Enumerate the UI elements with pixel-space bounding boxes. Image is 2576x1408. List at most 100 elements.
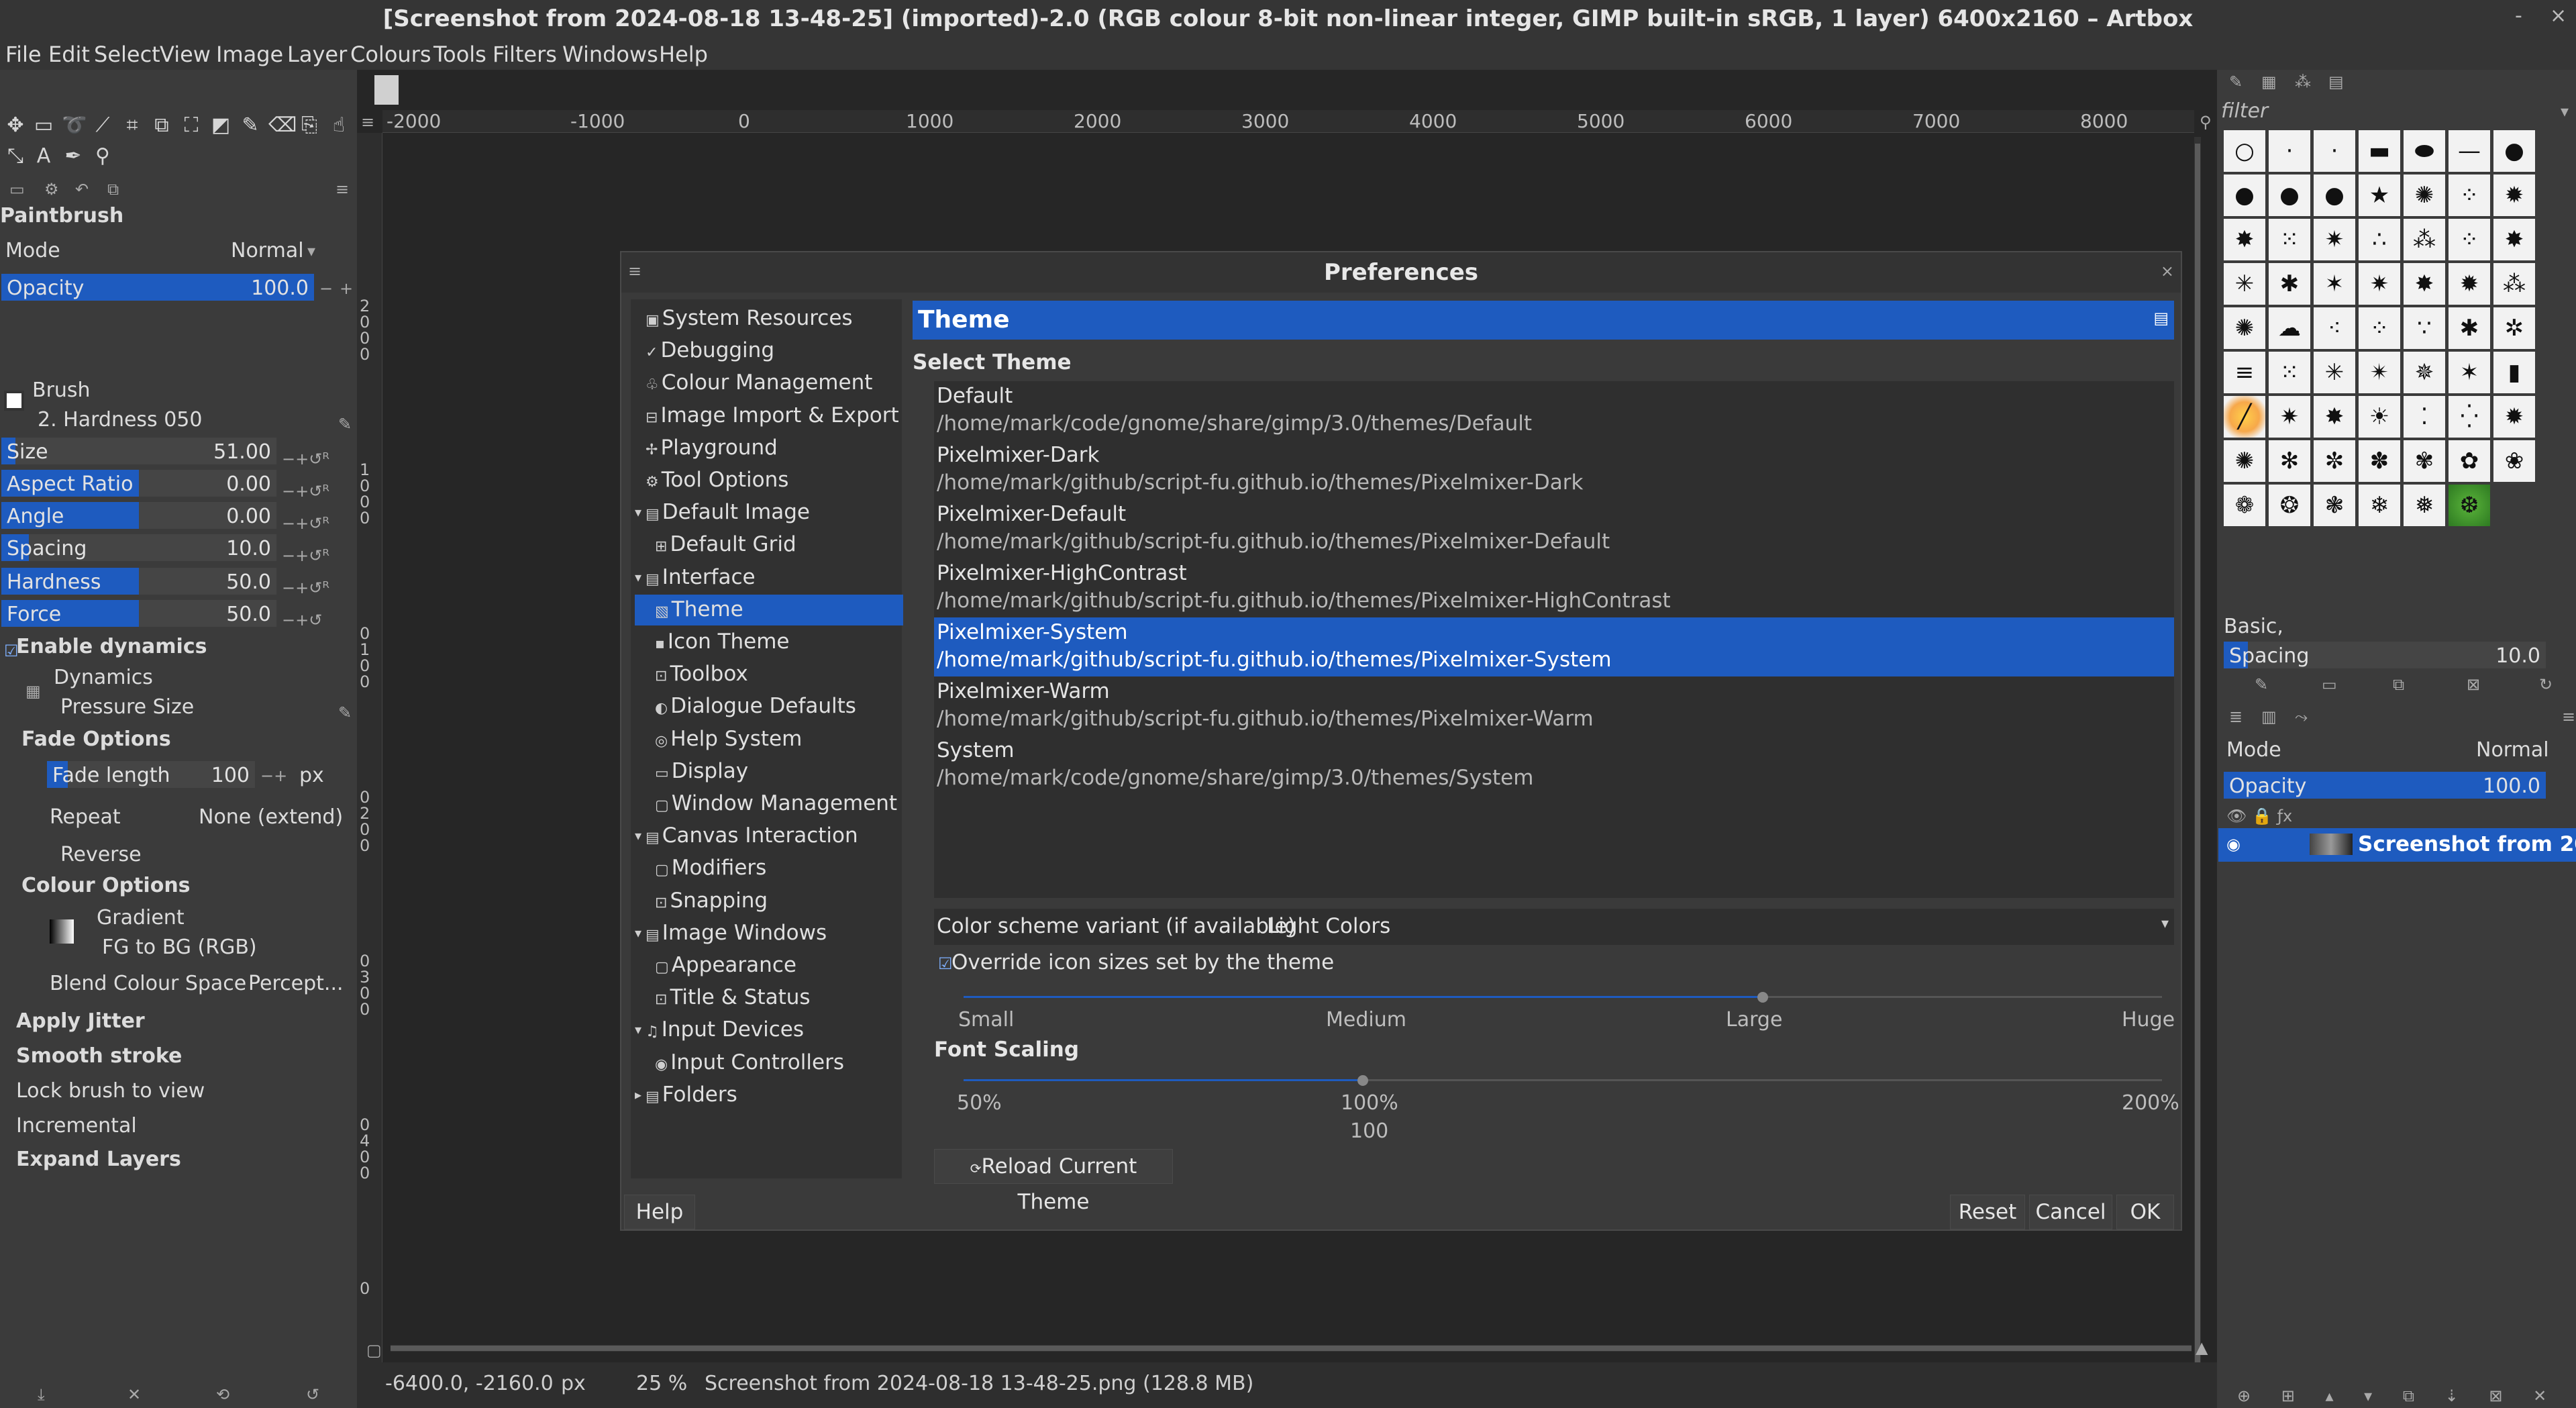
menu-tools[interactable]: Tools [433,42,486,67]
tree-item-debugging[interactable]: ✓ Debugging [646,338,774,362]
text-tool-icon[interactable]: A [32,145,55,168]
brush-swatch[interactable]: ✺ [2224,307,2265,349]
menu-windows[interactable]: Windows [562,42,658,67]
brush-swatch[interactable]: ✶ [2449,352,2490,393]
device-status-tab-icon[interactable]: ⚙ [44,180,59,199]
brush-swatch[interactable]: ✱ [2269,263,2310,305]
brush-swatch[interactable]: ✸ [2404,263,2445,305]
theme-row[interactable]: Pixelmixer-System/home/mark/github/scrip… [934,617,2174,676]
panel-menu-icon[interactable]: ≡ [336,180,349,199]
brush-swatch[interactable]: ✶ [2314,263,2355,305]
channels-tab-icon[interactable]: ▥ [2261,707,2277,726]
refresh-brushes-icon[interactable]: ↻ [2539,675,2553,694]
brush-swatch[interactable]: ✳ [2224,263,2265,305]
brush-swatch[interactable]: ⁘ [2449,174,2490,216]
brush-swatch[interactable]: ⁖ [2314,307,2355,349]
zoom-select[interactable]: 25 % [636,1372,687,1395]
tree-item-canvas-interaction[interactable]: ▤ Canvas Interaction [646,823,858,848]
dialog-close-icon[interactable]: × [2161,262,2174,281]
brush-swatch[interactable]: ✷ [2269,396,2310,438]
preferences-tree[interactable]: ▣ System Resources ✓ Debugging ♧ Colour Manag… [631,299,903,1178]
tree-collapse-icon[interactable]: ▾ [635,569,641,585]
reverse-checkbox[interactable]: Reverse [60,843,142,866]
theme-list[interactable]: Default/home/mark/code/gnome/share/gimp/… [934,381,2174,898]
tree-item-interface[interactable]: ▤ Interface [646,565,756,589]
vertical-scrollbar[interactable] [2194,137,2201,1399]
rect-select-tool-icon[interactable]: ▭ [32,114,55,137]
layer-mode-select[interactable]: Normal [2476,738,2549,762]
brush-preview[interactable] [4,391,24,411]
tree-item-snapping[interactable]: ⊡ Snapping [655,889,768,913]
smooth-stroke-checkbox[interactable]: Smooth stroke [16,1044,182,1068]
tree-item-title-status[interactable]: ⊡ Title & Status [655,985,811,1009]
tree-item-folders[interactable]: ▤ Folders [646,1083,737,1107]
tree-item-tool-options[interactable]: ⚙ Tool Options [646,468,788,492]
font-scaling-slider[interactable] [964,1079,2162,1081]
tree-item-image-import-export[interactable]: ⊟ Image Import & Export [646,403,899,428]
brush-swatch[interactable]: ✻ [2269,440,2310,482]
brush-swatch[interactable]: ✿ [2449,440,2490,482]
images-tab-icon[interactable]: ⧉ [107,180,119,199]
color-scheme-chevron-down-icon[interactable]: ▾ [2161,915,2169,932]
tree-item-icon-theme[interactable]: ▪ Icon Theme [655,630,790,654]
tree-item-toolbox[interactable]: ⊡ Toolbox [655,662,748,686]
expand-layers-checkbox[interactable]: Expand Layers [16,1148,181,1171]
brush-swatch[interactable]: ✸ [2224,219,2265,260]
tree-item-default-image[interactable]: ▤ Default Image [646,500,810,524]
brush-swatch[interactable]: ▬ [2359,130,2400,172]
menu-filters[interactable]: Filters [493,42,557,67]
brush-swatch[interactable]: ⁙ [2269,352,2310,393]
blend-colour-space-select[interactable]: Percept... [248,972,344,995]
mode-chevron-down-icon[interactable]: ▾ [307,242,315,260]
move-tool-icon[interactable]: ✥ [4,114,27,137]
brush-swatch[interactable]: ❀ [2493,440,2535,482]
brush-swatch[interactable]: ❂ [2269,485,2310,526]
fuzzy-select-tool-icon[interactable]: ⟋ [91,114,114,137]
color-picker-tool-icon[interactable]: ✒ [62,145,85,168]
cancel-button[interactable]: Cancel [2029,1195,2112,1229]
tree-item-modifiers[interactable]: ▢ Modifiers [655,856,766,880]
tree-item-display[interactable]: ▭ Display [655,759,748,783]
brush-swatch[interactable]: ✱ [2449,307,2490,349]
gradient-preview[interactable] [50,919,74,944]
brush-swatch[interactable]: ✸ [2493,219,2535,260]
dynamics-edit-icon[interactable]: ✎ [338,703,352,722]
size-slider[interactable]: Size 51.00 [1,438,276,464]
minimize-button[interactable]: - [2515,4,2522,28]
tree-item-window-management[interactable]: ▢ Window Management [655,791,897,815]
icon-size-slider-knob[interactable] [1757,992,1769,1003]
layer-row[interactable]: ◉ Screenshot from 2024- [2218,828,2576,862]
edit-brush-icon[interactable]: ✎ [2255,675,2268,694]
zoom-window-icon[interactable]: ⚲ [2200,113,2212,132]
brush-swatch[interactable]: ⁙ [2269,219,2310,260]
brush-swatch[interactable]: ⬬ [2404,130,2445,172]
paths-tool-icon[interactable]: ⤡ [4,145,27,168]
bucket-fill-tool-icon[interactable]: ⛶ [180,114,203,137]
reset-options-icon[interactable]: ↺ [306,1385,319,1404]
repeat-select[interactable]: None (extend) [199,805,343,829]
theme-row[interactable]: System/home/mark/code/gnome/share/gimp/3… [934,736,2174,795]
brush-spacing-slider[interactable]: Spacing 10.0 [2224,642,2546,668]
horizontal-scrollbar[interactable] [391,1345,2192,1352]
fade-length-stepper[interactable]: −+ [260,766,287,785]
theme-row[interactable]: Pixelmixer-Dark/home/mark/github/script-… [934,440,2174,499]
patterns-tab-icon[interactable]: ▦ [2261,72,2277,91]
layer-action-icons[interactable]: ⊕ ⊞ ▴ ▾ ⧉ ⇣ ⊠ ✕ [2237,1385,2546,1407]
fade-unit-select[interactable]: px [299,764,324,787]
fade-length-slider[interactable]: Fade length 100 [47,761,255,788]
brush-swatch[interactable]: ○ [2224,130,2265,172]
brush-swatch[interactable]: ≡ [2224,352,2265,393]
help-button[interactable]: Help [624,1195,695,1229]
brush-swatch[interactable]: · [2269,130,2310,172]
brush-swatch[interactable]: ✴ [2359,352,2400,393]
theme-row[interactable]: Default/home/mark/code/gnome/share/gimp/… [934,381,2174,440]
brush-filter-input[interactable]: filter [2221,99,2268,123]
brush-swatch[interactable]: ✷ [2359,263,2400,305]
layers-tab-icon[interactable]: ≣ [2229,707,2243,726]
icon-size-slider[interactable] [964,996,2162,998]
brush-swatch[interactable]: ✹ [2493,396,2535,438]
brush-swatch[interactable]: ❅ [2404,485,2445,526]
brush-swatch[interactable]: ⁘ [2449,219,2490,260]
duplicate-brush-icon[interactable]: ⧉ [2393,675,2404,694]
tree-item-appearance[interactable]: ▢ Appearance [655,953,796,977]
